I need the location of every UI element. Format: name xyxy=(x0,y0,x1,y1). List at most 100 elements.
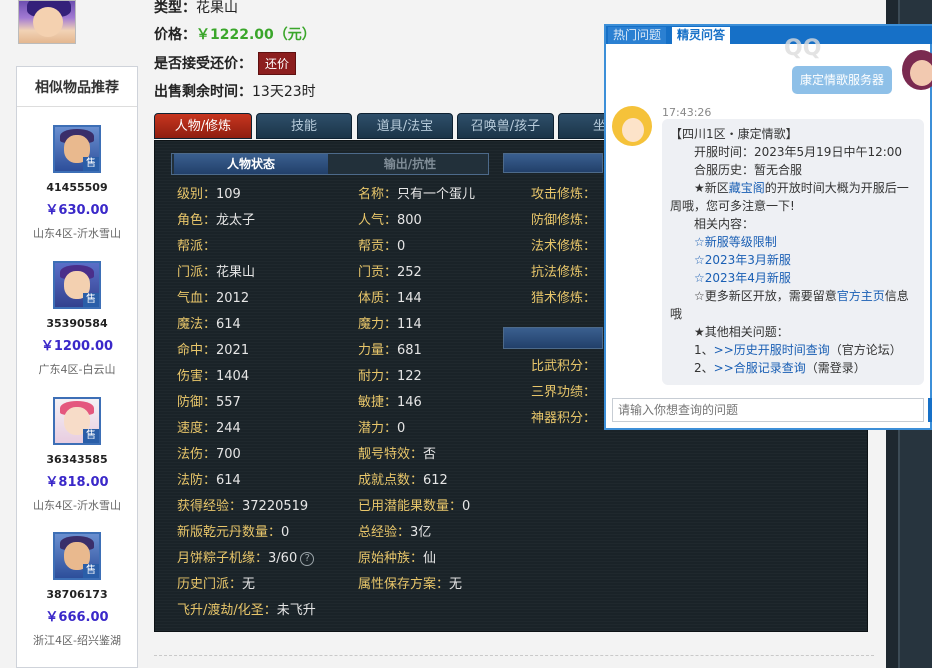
stat-value: 0 xyxy=(281,525,290,540)
stat-value: 612 xyxy=(423,473,448,488)
stat-value: 2012 xyxy=(216,291,250,306)
item-type: 类型：花果山 xyxy=(154,0,238,17)
chat-send-button[interactable] xyxy=(928,398,932,422)
stat-label: 已用潜能果数量： xyxy=(358,499,463,514)
score-row: 三界功绩： xyxy=(531,381,596,400)
stat-label: 帮派： xyxy=(177,239,217,254)
stat-row: 帮贡：0 xyxy=(358,235,405,254)
stat-row: 角色：龙太子 xyxy=(177,209,255,228)
subtab-output-resistance[interactable]: 输出/抗性 xyxy=(332,154,488,174)
item-type-value: 花果山 xyxy=(196,0,238,16)
stat-row: 成就点数：612 xyxy=(358,469,448,488)
similar-item-thumbnail[interactable]: 售 xyxy=(53,532,101,580)
stat-label: 新版乾元丹数量： xyxy=(177,525,282,540)
stat-label: 月饼粽子机缘： xyxy=(177,551,269,566)
stat-value: 144 xyxy=(397,291,422,306)
stat-label: 角色： xyxy=(177,213,217,228)
link-history-open-time[interactable]: >>历史开服时间查询 xyxy=(714,343,830,357)
left-column: 相似物品推荐 售 41455509 ￥630.00 山东4区-沂水雪山 售 35… xyxy=(0,0,150,668)
stat-value: 只有一个蛋儿 xyxy=(397,187,476,202)
tab-mounts[interactable]: 坐 xyxy=(558,113,608,139)
item-type-label: 类型： xyxy=(154,0,196,16)
stat-value: 252 xyxy=(397,265,422,280)
stat-row: 门贡：252 xyxy=(358,261,422,280)
tab-character[interactable]: 人物/修炼 xyxy=(154,113,252,139)
similar-item-server: 浙江4区-绍兴鉴湖 xyxy=(33,634,121,647)
similar-item-price: ￥630.00 xyxy=(45,203,109,218)
stat-label: 法防： xyxy=(177,473,217,488)
answer-open-time: 开服时间：2023年5月19日中午12:00 xyxy=(694,145,903,159)
stat-row: 飞升/渡劫/化圣：未飞升 xyxy=(177,599,316,618)
stat-label: 属性保存方案： xyxy=(358,577,450,592)
stat-label: 魔法： xyxy=(177,317,217,332)
stat-value: 无 xyxy=(242,577,256,592)
score-label: 神器积分： xyxy=(531,411,597,426)
similar-item-thumbnail[interactable]: 售 xyxy=(53,397,101,445)
stat-row: 潜力：0 xyxy=(358,417,405,436)
counter-offer-button[interactable]: 还价 xyxy=(258,52,296,75)
tab-skills[interactable]: 技能 xyxy=(256,113,352,139)
answer-q1-num: 1、 xyxy=(694,343,714,357)
user-message: 康定情歌服务器 xyxy=(792,66,892,94)
answer-note-prefix: ★新区 xyxy=(694,181,729,195)
stat-row: 体质：144 xyxy=(358,287,422,306)
stat-value: 2021 xyxy=(216,343,250,358)
tab-items[interactable]: 道具/法宝 xyxy=(357,113,453,139)
stat-value: 146 xyxy=(397,395,422,410)
stat-value: 800 xyxy=(397,213,422,228)
tab-pets[interactable]: 召唤兽/孩子 xyxy=(457,113,554,139)
score-row: 比武积分： xyxy=(531,355,596,374)
answer-q1-suffix: （官方论坛） xyxy=(829,343,902,357)
similar-item-thumbnail[interactable]: 售 xyxy=(53,261,101,309)
stat-value: 无 xyxy=(449,577,463,592)
link-march-servers[interactable]: ☆2023年3月新服 xyxy=(694,251,791,269)
link-level-limit[interactable]: ☆新服等级限制 xyxy=(694,233,777,251)
assistant-avatar xyxy=(612,106,652,146)
stat-label: 气血： xyxy=(177,291,217,306)
link-official-site[interactable]: 官方主页 xyxy=(837,289,885,303)
subtab-character-status[interactable]: 人物状态 xyxy=(174,154,328,174)
score-label: 三界功绩： xyxy=(531,385,597,400)
item-price-value: ￥1222.00（元） xyxy=(196,27,316,43)
stat-row: 已用潜能果数量：0 xyxy=(358,495,470,514)
similar-item-server: 山东4区-沂水雪山 xyxy=(33,227,121,240)
stat-row: 名称：只有一个蛋儿 xyxy=(358,183,475,202)
item-price-label: 价格： xyxy=(154,27,196,43)
similar-item-thumbnail[interactable]: 售 xyxy=(53,125,101,173)
sell-badge: 售 xyxy=(83,157,99,171)
similar-item-price: ￥818.00 xyxy=(45,475,109,490)
stat-row: 属性保存方案：无 xyxy=(358,573,462,592)
stat-row: 级别：109 xyxy=(177,183,241,202)
stat-label: 总经验： xyxy=(358,525,411,540)
stat-row: 力量：681 xyxy=(358,339,422,358)
help-icon[interactable]: ? xyxy=(300,551,315,566)
user-avatar xyxy=(902,50,932,90)
link-merge-records[interactable]: >>合服记录查询 xyxy=(714,361,806,375)
stat-row: 获得经验：37220519 xyxy=(177,495,308,514)
stat-value: 557 xyxy=(216,395,241,410)
tab-spirit-qa[interactable]: 精灵问答 xyxy=(672,27,731,44)
stat-value: 未飞升 xyxy=(276,603,316,618)
stat-row: 原始种族：仙 xyxy=(358,547,436,566)
similar-item-id: 36343585 xyxy=(46,453,108,466)
stat-row: 魔力：114 xyxy=(358,313,422,332)
link-treasure-pavilion[interactable]: 藏宝阁 xyxy=(729,181,765,195)
link-april-servers[interactable]: ☆2023年4月新服 xyxy=(694,269,791,287)
stat-value: 1404 xyxy=(216,369,250,384)
tab-hot-questions[interactable]: 热门问题 xyxy=(608,27,667,44)
stat-value: 0 xyxy=(397,239,406,254)
answer-q2-num: 2、 xyxy=(694,361,714,375)
stat-row: 敏捷：146 xyxy=(358,391,422,410)
similar-item-id: 41455509 xyxy=(46,181,108,194)
stat-row: 魔法：614 xyxy=(177,313,241,332)
answer-note: ★新区藏宝阁的开放时间大概为开服后一 xyxy=(694,179,909,197)
stat-value: 花果山 xyxy=(216,265,256,280)
stat-row: 攻击修炼： xyxy=(531,183,596,202)
stat-label: 门派： xyxy=(177,265,217,280)
item-remaining-time: 出售剩余时间：13天23时 xyxy=(154,81,316,101)
score-header-bar xyxy=(503,327,603,349)
stat-value: 龙太子 xyxy=(216,213,256,228)
answer-q2: 2、>>合服记录查询（需登录） xyxy=(694,359,866,377)
chat-question-input[interactable] xyxy=(612,398,924,422)
sell-badge: 售 xyxy=(83,429,99,443)
